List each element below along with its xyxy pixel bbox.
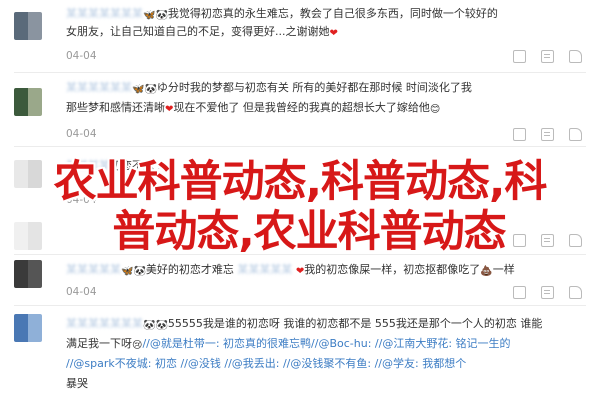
panda-emoji: 🐼 [133,266,146,277]
like-icon[interactable] [569,128,582,141]
comment-item: 某某某某某某某🦋🐼我觉得初恋真的永生难忘，教会了自己很多东西，同时做一个较好的 … [0,0,600,68]
reply-icon[interactable] [541,286,554,299]
reply-icon[interactable] [541,128,554,141]
panda-emoji: 🐼 [155,320,168,331]
panda-emoji: 🐼 [144,84,157,95]
comment-text: 满足我一下呀 [66,337,132,350]
comment-text: 现在不爱他了 但是我曾经的我真的超想长大了嫁给他 [173,101,430,114]
divider [14,146,586,147]
comment-text: 暴哭 [66,377,88,390]
comment-text: 女朋友，让自己知道自己的不足，变得更好 [66,25,275,38]
watermark-line: 普动态,农业科普动态 [112,207,506,257]
comment-text: 55555我是谁的初恋呀 我谁的初恋都不是 555我还是那个一个人的初恋 谁能 [167,317,543,330]
avatar[interactable] [14,314,42,342]
comment-text: 一样 [492,263,515,276]
comment-date: 04-04 [66,50,97,62]
butterfly-emoji: 🦋 [132,84,145,95]
comment-text: 那些梦和感情还清晰 [66,101,165,114]
username-blurred[interactable]: 某某某某某某某 [66,7,143,20]
emoji: 😊 [429,104,441,115]
comment-text: 美好的初恋才难忘 [145,263,234,276]
comment-actions [498,50,582,63]
avatar[interactable] [14,260,42,288]
comment-item: 某某某某某🦋🐼美好的初恋才难忘 某某某某某 ❤我的初恋像屎一样，初恋抠都像吃了💩… [0,256,600,306]
report-icon[interactable] [513,50,526,63]
username-blurred[interactable]: 某某某某某 [66,263,121,276]
comment-mentions[interactable]: //@spark不夜城: 初恋 //@没钱 //@我丢出: //@没钱聚不有鱼:… [66,357,466,370]
poop-emoji: 💩 [480,266,493,277]
avatar[interactable] [14,88,42,116]
like-icon[interactable] [569,286,582,299]
divider [14,72,586,73]
username-blurred[interactable]: 某某某某某某某 [66,317,143,330]
comment-text: ...之谢谢她 [275,25,330,38]
watermark-line: 农业科普动态,科普动态,科 [53,157,548,207]
report-icon[interactable] [513,286,526,299]
like-icon[interactable] [569,50,582,63]
divider [14,305,586,306]
panda-emoji: 🐼 [155,10,168,21]
butterfly-emoji: 🦋 [121,266,134,277]
comment-text: 我的初恋像屎一样，初恋抠都像吃了 [304,263,481,276]
comment-actions [498,128,582,141]
comment-mentions[interactable]: //@就是杜带一: 初恋真的很难忘鸭//@Boc-hu: //@江南大野花: 铭… [142,337,510,350]
comment-date: 04-04 [66,128,97,140]
avatar[interactable] [14,12,42,40]
comment-actions [498,286,582,299]
mention-blurred[interactable]: 某某某某某 [234,263,296,276]
username-blurred[interactable]: 某某某某某某 [66,81,132,94]
heart-emoji: ❤ [329,28,338,39]
comment-item: 某某某某某某某🐼🐼55555我是谁的初恋呀 我谁的初恋都不是 555我还是那个一… [0,308,600,400]
report-icon[interactable] [513,128,526,141]
butterfly-emoji: 🦋 [143,10,156,21]
panda-emoji: 🐼 [143,320,156,331]
reply-icon[interactable] [541,50,554,63]
comment-text: ゆ分时我的梦都与初恋有关 所有的美好都在那时候 时间淡化了我 [156,81,472,94]
comment-item: 某某某某某某🦋🐼ゆ分时我的梦都与初恋有关 所有的美好都在那时候 时间淡化了我 那… [0,76,600,144]
comment-date: 04-04 [66,286,97,298]
comment-text: 我觉得初恋真的永生难忘，教会了自己很多东西，同时做一个较好的 [167,7,498,20]
emoji: 😢 [132,340,143,351]
